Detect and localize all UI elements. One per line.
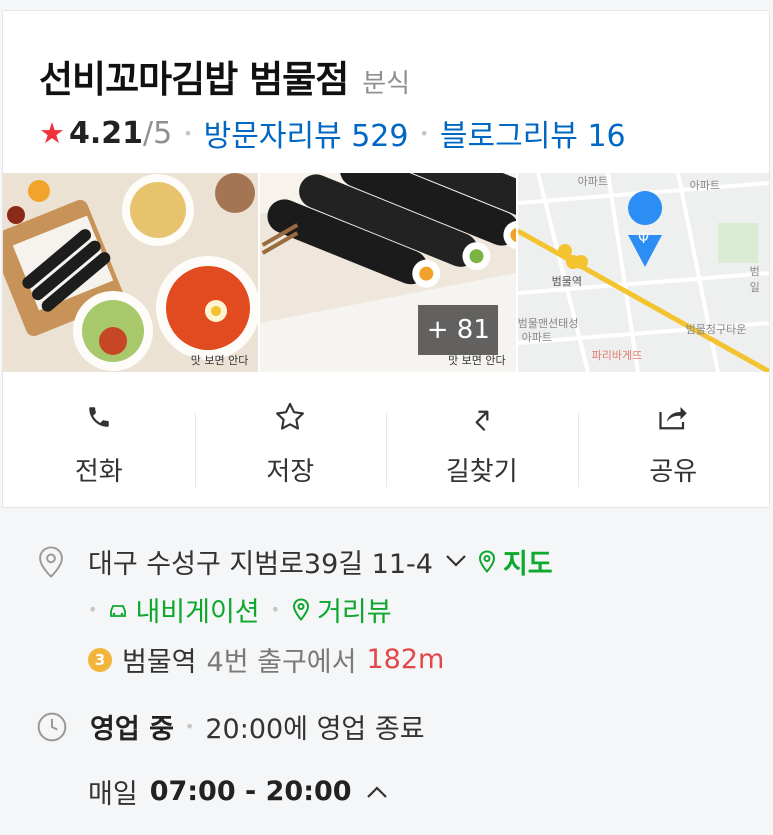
place-category: 분식 xyxy=(362,69,411,99)
place-summary-card: 선비꼬마김밥 범물점 분식 ★ 4.21 /5 • 방문자리뷰 529 • 블로… xyxy=(2,10,770,508)
rating-row: ★ 4.21 /5 • 방문자리뷰 529 • 블로그리뷰 16 xyxy=(39,111,626,155)
separator-dot: • xyxy=(184,717,195,736)
photo-watermark: 맛 보면 안다 xyxy=(448,354,506,367)
address-row: 대구 수성구 지범로39길 11-4 지도 xyxy=(36,542,553,581)
station-distance: 182m xyxy=(366,644,445,675)
chevron-up-icon[interactable] xyxy=(366,785,388,799)
more-photos-badge[interactable]: + 81 xyxy=(418,305,499,355)
subway-line-badge: 3 xyxy=(88,647,112,672)
streetview-link[interactable]: 거리뷰 xyxy=(317,590,392,629)
call-button[interactable]: 전화 xyxy=(3,393,195,493)
photo-thumbnail-kimbap[interactable]: + 81 맛 보면 안다 xyxy=(260,173,516,372)
map-label: 범일 xyxy=(749,265,760,294)
closing-time: 20:00에 영업 종료 xyxy=(205,714,425,745)
daily-hours-row[interactable]: 매일 07:00 - 20:00 xyxy=(88,772,388,811)
share-label: 공유 xyxy=(649,457,698,487)
blog-reviews-link[interactable]: 블로그리뷰 16 xyxy=(440,111,626,155)
action-bar: 전화 저장 길찾기 공유 xyxy=(3,393,769,493)
share-button[interactable]: 공유 xyxy=(577,393,770,493)
business-hours-row[interactable]: 영업 중 • 20:00에 영업 종료 xyxy=(36,707,425,746)
photo-strip: 맛 보면 안다 + 81 맛 보면 안다 Ψ 아파트 아파트 범물역 범물맨션태… xyxy=(3,173,769,372)
map-label: 파리바게뜨 xyxy=(591,349,643,362)
place-name: 선비꼬마김밥 범물점 xyxy=(39,58,349,101)
directions-button[interactable]: 길찾기 xyxy=(386,393,578,493)
separator-dot: • xyxy=(88,600,98,619)
map-pin-green-icon xyxy=(477,549,497,574)
navigation-row: • 내비게이션 • 거리뷰 xyxy=(88,590,392,629)
separator-dot: • xyxy=(183,123,193,143)
separator-dot: • xyxy=(270,600,281,619)
subway-row: 3 범물역 4번 출구에서 182m xyxy=(88,640,444,679)
map-label: 아파트 xyxy=(689,179,721,192)
map-link[interactable]: 지도 xyxy=(503,542,553,581)
map-label: 아파트 xyxy=(521,331,553,344)
map-label: 아파트 xyxy=(577,175,609,188)
photo-thumbnail-food[interactable]: 맛 보면 안다 xyxy=(3,173,259,372)
phone-icon xyxy=(86,397,112,437)
hours-time: 07:00 - 20:00 xyxy=(149,776,352,807)
clock-icon xyxy=(36,711,68,743)
star-filled-icon: ★ xyxy=(39,116,65,150)
location-pin-icon xyxy=(36,545,66,579)
navigation-link[interactable]: 내비게이션 xyxy=(135,590,259,629)
title-row: 선비꼬마김밥 범물점 분식 xyxy=(39,49,410,103)
directions-label: 길찾기 xyxy=(445,457,518,487)
hours-day: 매일 xyxy=(88,779,138,810)
car-icon xyxy=(107,599,129,621)
call-label: 전화 xyxy=(74,457,123,487)
save-label: 저장 xyxy=(266,457,315,487)
rating-max: /5 xyxy=(143,115,173,151)
map-label: 범물청구타운 xyxy=(685,323,747,336)
station-name: 범물역 xyxy=(122,647,197,678)
chevron-down-icon[interactable] xyxy=(445,549,467,574)
visitor-reviews-link[interactable]: 방문자리뷰 529 xyxy=(204,111,409,155)
streetview-icon xyxy=(291,597,311,622)
station-exit: 4번 출구에서 xyxy=(206,647,357,678)
star-outline-icon xyxy=(273,397,307,437)
map-thumbnail[interactable]: Ψ 아파트 아파트 범물역 범물맨션태성 아파트 파리바게뜨 범물청구타운 범일 xyxy=(517,173,769,372)
photo-watermark: 맛 보면 안다 xyxy=(190,354,249,367)
rating-score: 4.21 xyxy=(69,115,144,151)
separator-dot: • xyxy=(419,123,429,143)
address-text[interactable]: 대구 수성구 지범로39길 11-4 xyxy=(88,542,433,581)
directions-icon xyxy=(467,397,497,437)
map-label: 범물역 xyxy=(551,275,583,288)
save-button[interactable]: 저장 xyxy=(194,393,387,493)
share-icon xyxy=(656,397,690,437)
open-status: 영업 중 xyxy=(90,714,174,745)
svg-text:Ψ: Ψ xyxy=(638,231,649,247)
